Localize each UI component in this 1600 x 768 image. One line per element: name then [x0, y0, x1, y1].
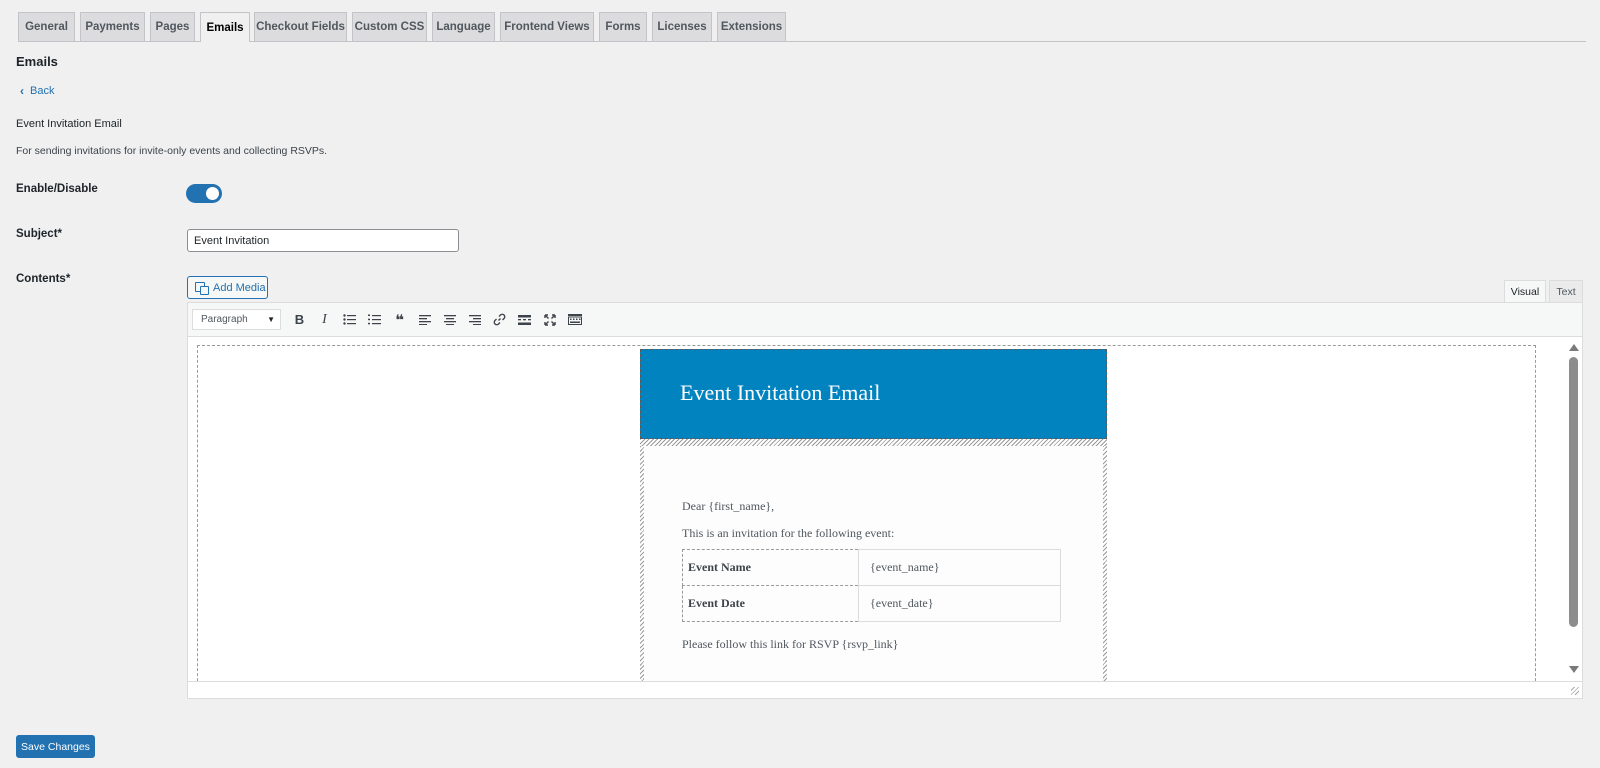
- blockquote-icon[interactable]: ❝: [387, 308, 412, 332]
- align-center-icon[interactable]: [437, 308, 462, 332]
- email-name: Event Invitation Email: [16, 118, 122, 130]
- subject-input[interactable]: [187, 229, 459, 252]
- tab-frontend-views[interactable]: Frontend Views: [500, 12, 594, 41]
- tab-language[interactable]: Language: [432, 12, 495, 41]
- event-date-value: {event_date}: [858, 585, 1061, 622]
- email-greeting: Dear {first_name},: [682, 499, 775, 513]
- editor-scrollbar[interactable]: [1565, 337, 1582, 681]
- event-date-key: Event Date: [682, 585, 859, 622]
- back-link[interactable]: ‹ Back: [20, 84, 54, 98]
- email-intro: This is an invitation for the following …: [682, 526, 895, 540]
- add-media-label: Add Media: [213, 281, 266, 294]
- fullscreen-icon[interactable]: [537, 308, 562, 332]
- subject-label: Subject*: [16, 228, 63, 240]
- format-select[interactable]: Paragraph ▼: [192, 309, 281, 330]
- caret-down-icon: ▼: [267, 315, 275, 324]
- scrollbar-thumb[interactable]: [1569, 357, 1578, 627]
- editor-content-area[interactable]: Event Invitation Email Dear {first_name}…: [188, 337, 1582, 681]
- email-description: For sending invitations for invite-only …: [16, 145, 328, 157]
- tab-forms[interactable]: Forms: [599, 12, 647, 41]
- bold-icon[interactable]: B: [287, 308, 312, 332]
- tab-visual[interactable]: Visual: [1504, 280, 1546, 302]
- align-left-icon[interactable]: [412, 308, 437, 332]
- tab-general[interactable]: General: [18, 12, 75, 41]
- tab-extensions[interactable]: Extensions: [717, 12, 786, 41]
- tab-emails[interactable]: Emails: [200, 12, 250, 42]
- email-rsvp-line: Please follow this link for RSVP {rsvp_l…: [682, 637, 899, 651]
- enable-label: Enable/Disable: [16, 183, 98, 195]
- tab-pages[interactable]: Pages: [150, 12, 195, 41]
- numbered-list-icon[interactable]: [362, 308, 387, 332]
- email-header-title: Event Invitation Email: [680, 380, 881, 405]
- back-label: Back: [30, 85, 55, 97]
- toolbar-toggle-icon[interactable]: [562, 308, 587, 332]
- tab-payments[interactable]: Payments: [80, 12, 145, 41]
- header-divider: [640, 439, 1107, 446]
- contents-label: Contents*: [16, 273, 71, 285]
- content-editor: Paragraph ▼ B I ❝ Event Invitation Email…: [187, 302, 1583, 699]
- resize-handle-icon[interactable]: [1571, 687, 1579, 695]
- table-row: Event Name {event_name}: [682, 549, 1061, 586]
- event-name-key: Event Name: [682, 549, 859, 586]
- tab-custom-css[interactable]: Custom CSS: [352, 12, 427, 41]
- chevron-left-icon: ‹: [20, 84, 24, 98]
- settings-tabs: General Payments Pages Emails Checkout F…: [18, 12, 1586, 42]
- read-more-icon[interactable]: [512, 308, 537, 332]
- enable-toggle[interactable]: [186, 184, 222, 203]
- italic-icon[interactable]: I: [312, 308, 337, 332]
- email-body: Dear {first_name}, This is an invitation…: [640, 446, 1107, 681]
- event-name-value: {event_name}: [858, 549, 1061, 586]
- save-changes-button[interactable]: Save Changes: [16, 735, 95, 758]
- email-header: Event Invitation Email: [640, 349, 1107, 439]
- scroll-up-icon[interactable]: [1569, 344, 1579, 351]
- page-title: Emails: [16, 54, 58, 69]
- add-media-icon: [195, 281, 209, 295]
- bulleted-list-icon[interactable]: [337, 308, 362, 332]
- email-preview: Event Invitation Email Dear {first_name}…: [640, 349, 1107, 681]
- tab-checkout-fields[interactable]: Checkout Fields: [254, 12, 347, 41]
- link-icon[interactable]: [487, 308, 512, 332]
- tab-text[interactable]: Text: [1549, 280, 1583, 302]
- add-media-button[interactable]: Add Media: [187, 276, 268, 299]
- align-right-icon[interactable]: [462, 308, 487, 332]
- scroll-down-icon[interactable]: [1569, 666, 1579, 673]
- editor-statusbar: [188, 681, 1582, 698]
- event-details-table: Event Name {event_name} Event Date {even…: [682, 549, 1061, 622]
- format-select-value: Paragraph: [201, 314, 248, 325]
- toggle-knob: [206, 187, 219, 200]
- editor-toolbar: Paragraph ▼ B I ❝: [188, 303, 1582, 337]
- table-row: Event Date {event_date}: [682, 585, 1061, 622]
- tab-licenses[interactable]: Licenses: [652, 12, 712, 41]
